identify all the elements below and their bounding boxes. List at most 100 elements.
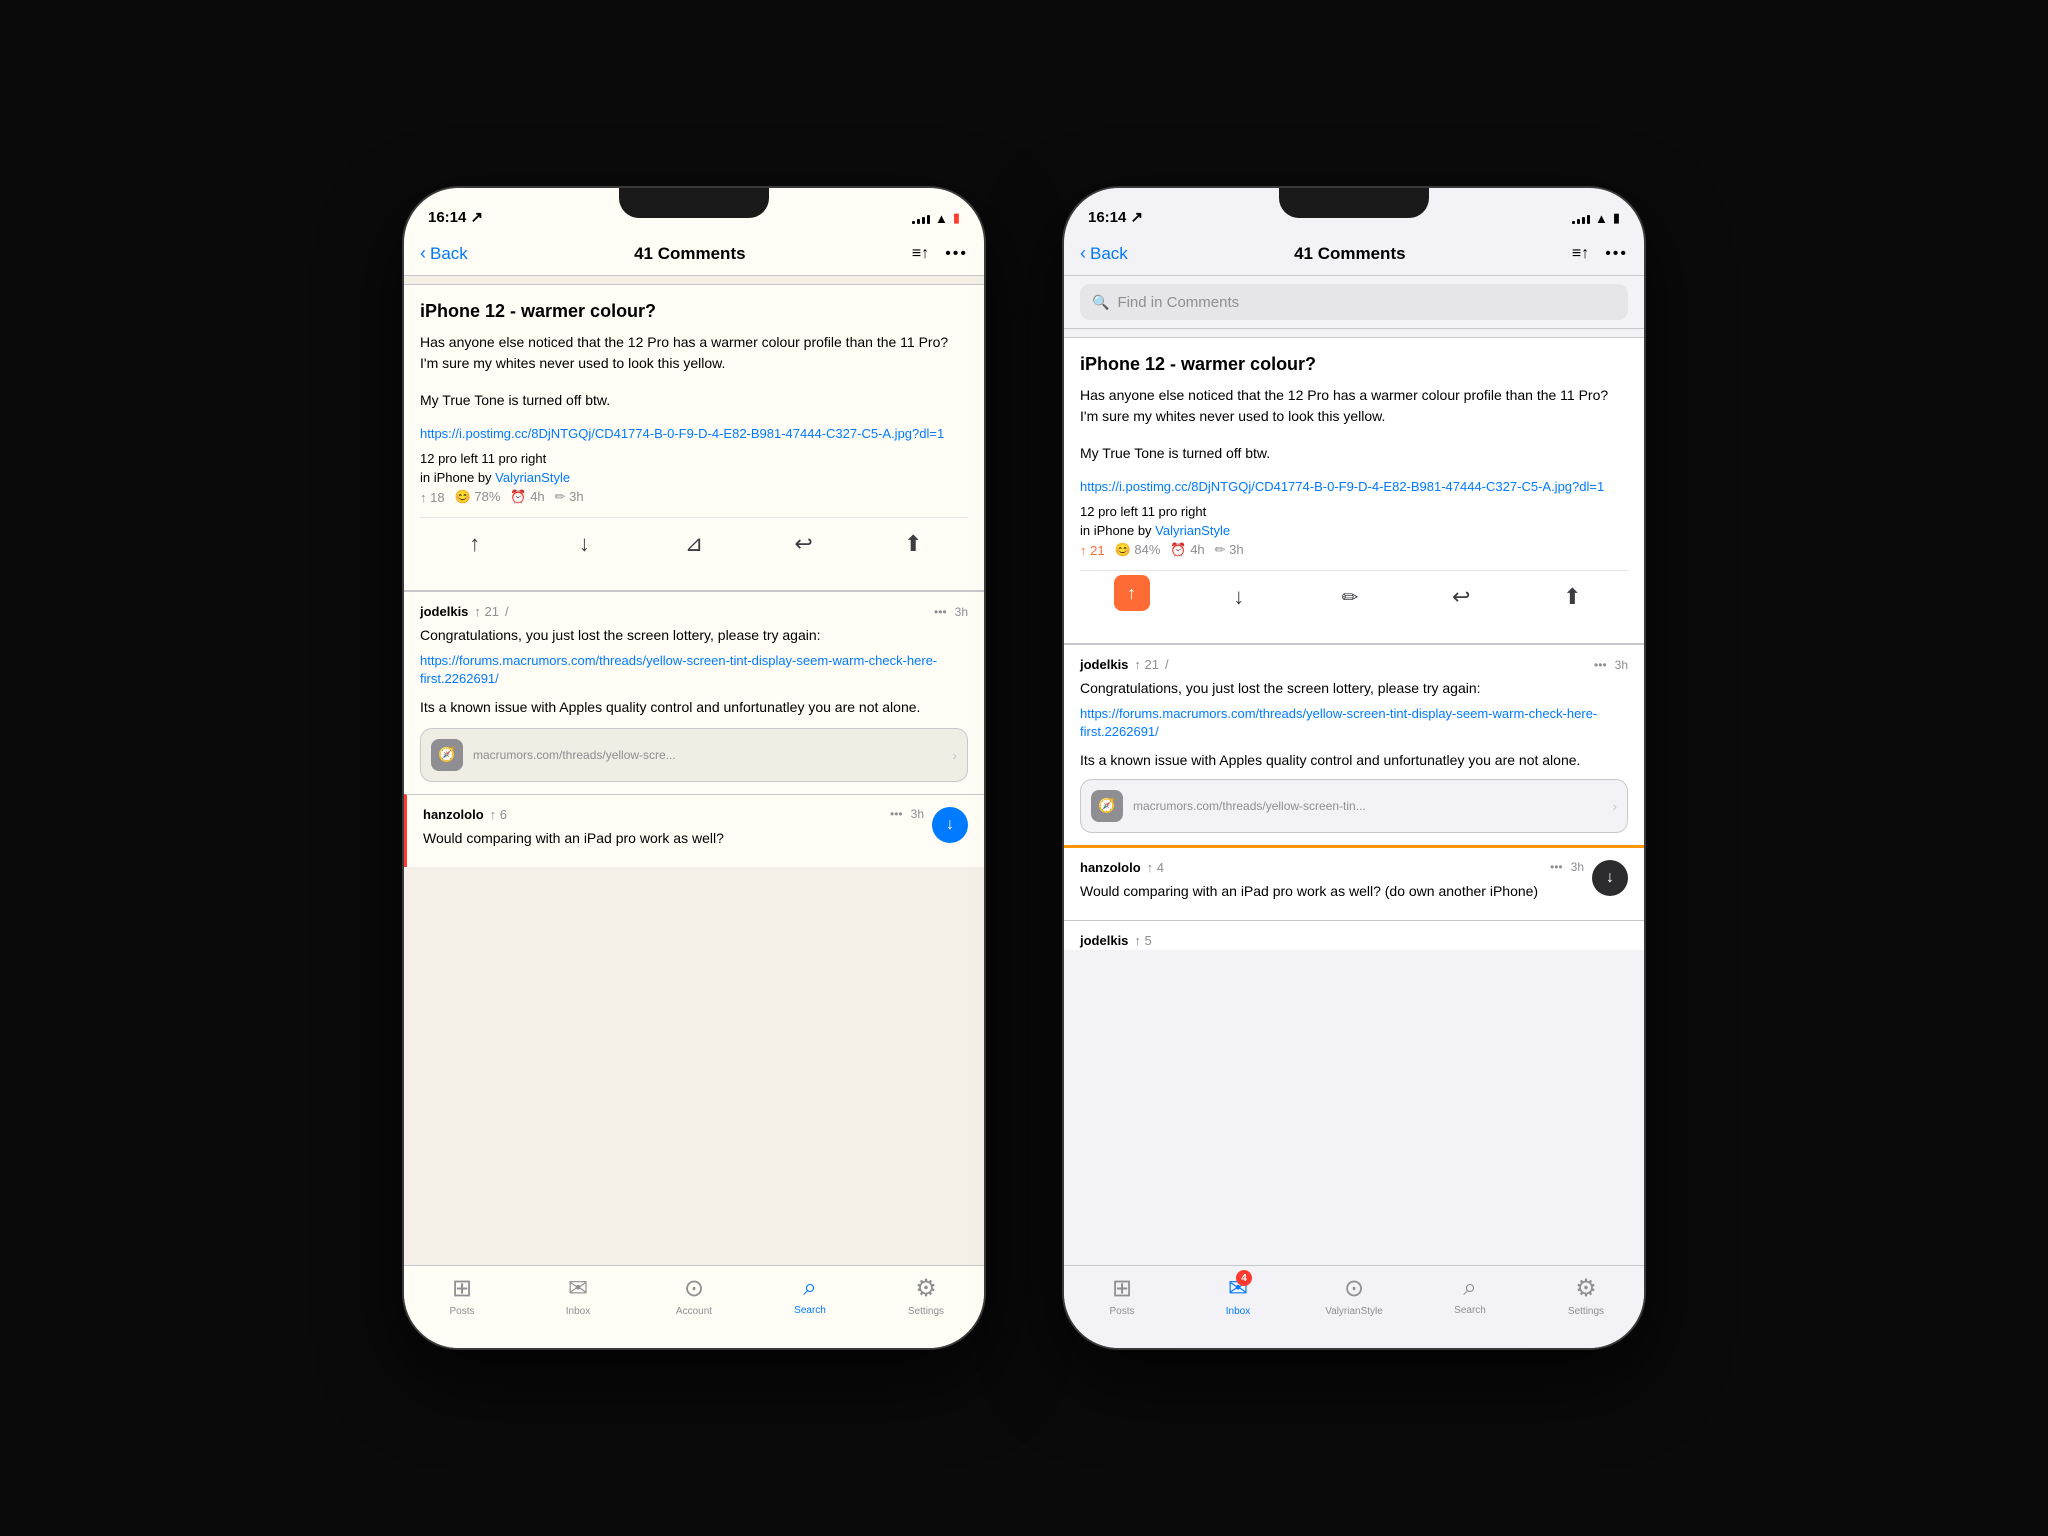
right-posts-icon: ⊞ — [1112, 1274, 1132, 1303]
find-input-container[interactable]: 🔍 Find in Comments — [1080, 284, 1628, 320]
right-chevron-left-icon: ‹ — [1080, 243, 1086, 264]
tab-account[interactable]: ⊙ Account — [636, 1274, 752, 1317]
right-status-icons: ▲ ▮ — [1572, 210, 1620, 226]
tab-search[interactable]: ⌕ Search — [752, 1274, 868, 1316]
right-scroll-down-button[interactable]: ↓ — [1592, 860, 1628, 896]
comment-jodelkis: jodelkis ↑ 21 / ••• 3h Congratulations, … — [404, 591, 984, 793]
right-link-preview[interactable]: 🧭 macrumors.com/threads/yellow-screen-ti… — [1080, 779, 1628, 833]
right-comment-username-3: jodelkis ↑ 5 — [1080, 933, 1152, 948]
comment-link[interactable]: https://forums.macrumors.com/threads/yel… — [420, 652, 968, 688]
right-post-image-link[interactable]: https://i.postimg.cc/8DjNTGQj/CD41774-B-… — [1080, 478, 1628, 496]
more-options-icon[interactable]: ••• — [945, 245, 968, 263]
reply-button[interactable]: ↩ — [782, 522, 826, 566]
right-tab-posts-label: Posts — [1109, 1306, 1134, 1317]
post-image-link[interactable]: https://i.postimg.cc/8DjNTGQj/CD41774-B-… — [420, 425, 968, 443]
right-post-caption: 12 pro left 11 pro right — [1080, 504, 1628, 519]
signal-bar-r1 — [1572, 221, 1575, 224]
tab-inbox[interactable]: ✉ Inbox — [520, 1274, 636, 1317]
right-edit-button[interactable]: ✏ — [1328, 575, 1372, 619]
right-tab-search-label: Search — [1454, 1305, 1486, 1316]
right-comment-partial: jodelkis ↑ 5 — [1064, 920, 1644, 950]
right-link-preview-icon: 🧭 — [1091, 790, 1123, 822]
right-comment-body-2: Would comparing with an iPad pro work as… — [1080, 881, 1584, 902]
post-author[interactable]: ValyrianStyle — [495, 470, 570, 485]
comment-additional-text: Its a known issue with Apples quality co… — [420, 697, 968, 718]
happy-percent: 😊 78% — [455, 489, 501, 505]
right-nav-bar-inner: ‹ Back 41 Comments ≡↑ ••• — [1080, 243, 1628, 264]
signal-bar-1 — [912, 221, 915, 224]
right-inbox-icon-wrapper: ✉ 4 — [1228, 1274, 1248, 1303]
post-title: iPhone 12 - warmer colour? — [420, 301, 968, 322]
tab-settings[interactable]: ⚙ Settings — [868, 1274, 984, 1317]
right-signal-bars — [1572, 212, 1590, 224]
link-preview[interactable]: 🧭 macrumors.com/threads/yellow-scre... › — [420, 728, 968, 782]
right-nav-actions: ≡↑ ••• — [1572, 245, 1628, 263]
right-screen-content: 16:14 ↗ ▲ ▮ — [1064, 188, 1644, 1348]
comment-content: hanzololo ↑ 6 ••• 3h Would comparing wit… — [423, 807, 924, 855]
right-comment-time: 3h — [1615, 658, 1628, 672]
comment-username: jodelkis ↑ 21 / — [420, 604, 509, 619]
right-post-action-bar: ↑ ↓ ✏ ↩ ⬆ — [1080, 570, 1628, 627]
right-more-options-icon[interactable]: ••• — [1605, 245, 1628, 263]
scrollable-content: iPhone 12 - warmer colour? Has anyone el… — [404, 276, 984, 1348]
comment-username-2: hanzololo ↑ 6 — [423, 807, 507, 822]
right-back-button[interactable]: ‹ Back — [1080, 243, 1128, 264]
sort-icon[interactable]: ≡↑ — [912, 245, 929, 263]
right-comment-upvotes-3: ↑ 5 — [1134, 933, 1151, 948]
screen-content: 16:14 ↗ ▲ ▮ — [404, 188, 984, 1348]
right-wifi-icon: ▲ — [1595, 211, 1608, 226]
find-placeholder: Find in Comments — [1117, 294, 1239, 311]
right-tab-inbox[interactable]: ✉ 4 Inbox — [1180, 1274, 1296, 1317]
left-phone-screen: 16:14 ↗ ▲ ▮ — [404, 188, 984, 1348]
comment-hanzololo: hanzololo ↑ 6 ••• 3h Would comparing wit… — [404, 794, 984, 867]
right-tab-search[interactable]: ⌕ Search — [1412, 1274, 1528, 1316]
downvote-button[interactable]: ↓ — [562, 522, 606, 566]
right-comment-header-2: hanzololo ↑ 4 ••• 3h — [1080, 860, 1584, 875]
right-search-icon: ⌕ — [1463, 1274, 1476, 1302]
scroll-down-button[interactable]: ↓ — [932, 807, 968, 843]
nav-bar: ‹ Back 41 Comments ≡↑ ••• — [404, 232, 984, 276]
comment-dots[interactable]: ••• — [934, 605, 947, 619]
back-button[interactable]: ‹ Back — [420, 243, 468, 264]
right-tab-valerianstyle[interactable]: ⊙ ValyrianStyle — [1296, 1274, 1412, 1317]
comment-time: 3h — [955, 605, 968, 619]
back-label: Back — [430, 244, 468, 264]
right-comment-link[interactable]: https://forums.macrumors.com/threads/yel… — [1080, 705, 1628, 741]
right-back-label: Back — [1090, 244, 1128, 264]
wifi-icon: ▲ — [935, 211, 948, 226]
right-sort-icon[interactable]: ≡↑ — [1572, 245, 1589, 263]
post-action-bar: ↑ ↓ ⊿ ↩ ⬆ — [420, 517, 968, 574]
comment-dots-2[interactable]: ••• — [890, 807, 903, 821]
comment-header: jodelkis ↑ 21 / ••• 3h — [420, 604, 968, 619]
right-comment-additional-text: Its a known issue with Apples quality co… — [1080, 750, 1628, 771]
right-comment-dots-2[interactable]: ••• — [1550, 860, 1563, 874]
right-post-author[interactable]: ValyrianStyle — [1155, 523, 1230, 538]
status-icons: ▲ ▮ — [912, 210, 960, 226]
right-comment-upvotes: ↑ 21 — [1134, 657, 1159, 672]
right-comment-header-3: jodelkis ↑ 5 — [1080, 933, 1628, 948]
right-upvote-button-active[interactable]: ↑ — [1114, 575, 1150, 611]
right-comment-edit-icon: / — [1165, 657, 1169, 672]
right-tab-settings[interactable]: ⚙ Settings — [1528, 1274, 1644, 1317]
tab-posts[interactable]: ⊞ Posts — [404, 1274, 520, 1317]
right-comment-dots[interactable]: ••• — [1594, 658, 1607, 672]
tab-inbox-label: Inbox — [566, 1306, 590, 1317]
upvote-button[interactable]: ↑ — [453, 522, 497, 566]
scene: 16:14 ↗ ▲ ▮ — [0, 0, 2048, 1536]
tab-posts-label: Posts — [449, 1306, 474, 1317]
post-body: Has anyone else noticed that the 12 Pro … — [420, 332, 968, 374]
chevron-left-icon: ‹ — [420, 243, 426, 264]
right-inbox-badge: 4 — [1236, 1270, 1252, 1286]
right-link-preview-arrow: › — [1612, 798, 1617, 814]
right-reply-button[interactable]: ↩ — [1439, 575, 1483, 619]
signal-bar-r3 — [1582, 217, 1585, 224]
right-share-button[interactable]: ⬆ — [1550, 575, 1594, 619]
post-caption: 12 pro left 11 pro right — [420, 451, 968, 466]
tab-account-label: Account — [676, 1306, 712, 1317]
right-tab-posts[interactable]: ⊞ Posts — [1064, 1274, 1180, 1317]
right-downvote-button[interactable]: ↓ — [1217, 575, 1261, 619]
bookmark-button[interactable]: ⊿ — [672, 522, 716, 566]
post-card: iPhone 12 - warmer colour? Has anyone el… — [404, 284, 984, 591]
right-phone-screen: 16:14 ↗ ▲ ▮ — [1064, 188, 1644, 1348]
share-button[interactable]: ⬆ — [891, 522, 935, 566]
